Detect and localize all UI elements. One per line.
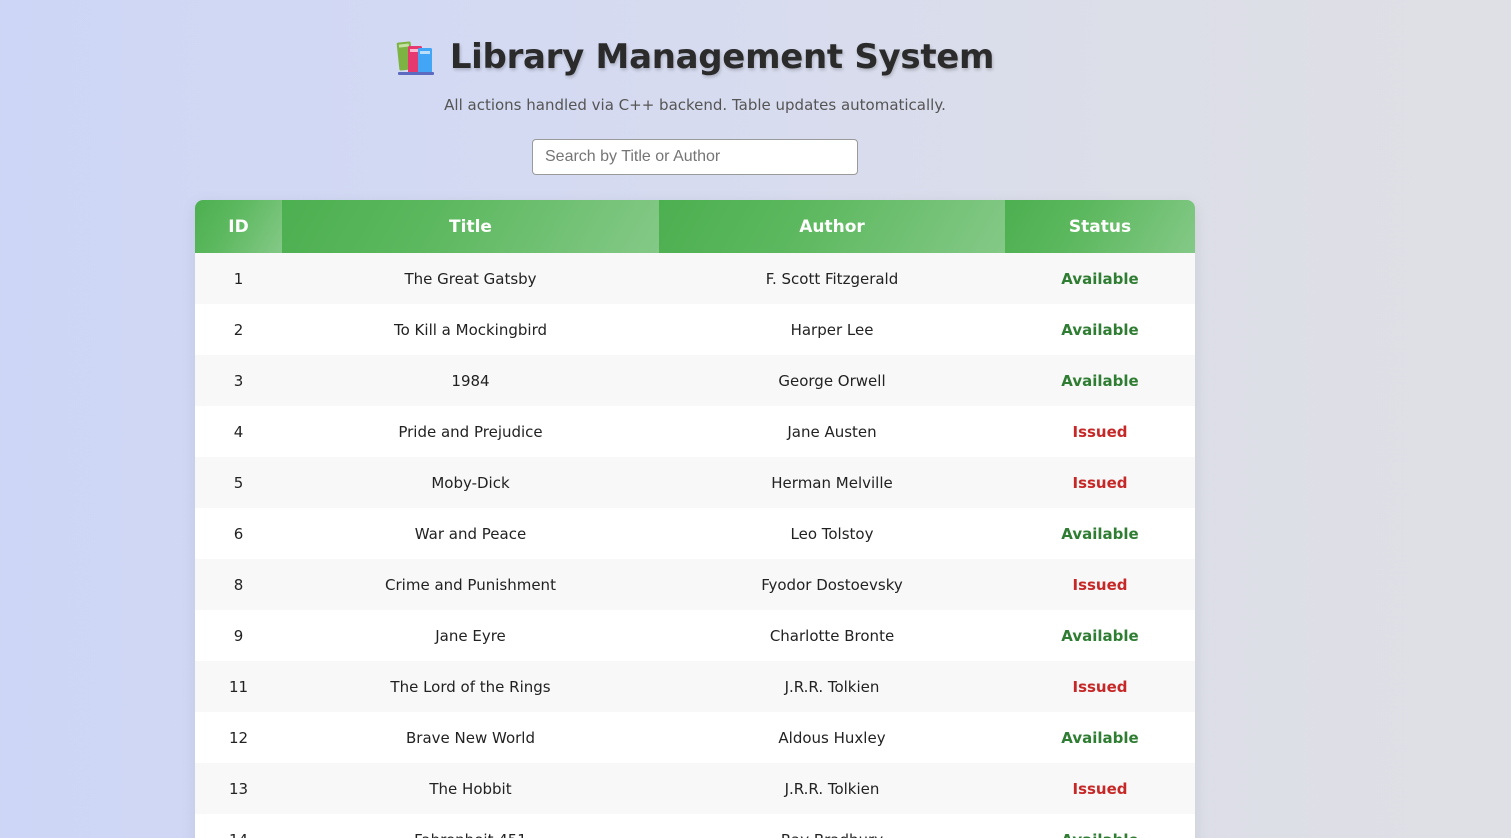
cell-status: Issued [1005,559,1195,610]
cell-title: 1984 [282,355,659,406]
cell-id: 5 [195,457,282,508]
cell-title: To Kill a Mockingbird [282,304,659,355]
cell-title: Jane Eyre [282,610,659,661]
books-table-container: ID Title Author Status 1 The Great Gatsby… [195,200,1195,838]
cell-author: Aldous Huxley [659,712,1005,763]
table-row: 12 Brave New World Aldous Huxley Available [195,712,1195,763]
cell-title: The Hobbit [282,763,659,814]
search-input[interactable] [532,139,858,175]
cell-title: Pride and Prejudice [282,406,659,457]
cell-author: George Orwell [659,355,1005,406]
cell-author: F. Scott Fitzgerald [659,253,1005,304]
cell-author: Harper Lee [659,304,1005,355]
column-header-title: Title [282,200,659,253]
search-container [532,139,858,175]
cell-id: 2 [195,304,282,355]
cell-status: Issued [1005,406,1195,457]
cell-title: Moby-Dick [282,457,659,508]
column-header-id: ID [195,200,282,253]
table-row: 6 War and Peace Leo Tolstoy Available [195,508,1195,559]
cell-author: Fyodor Dostoevsky [659,559,1005,610]
cell-status: Issued [1005,763,1195,814]
page-subtitle: All actions handled via C++ backend. Tab… [444,96,946,114]
cell-status: Available [1005,304,1195,355]
cell-status: Available [1005,712,1195,763]
cell-id: 6 [195,508,282,559]
cell-author: Ray Bradbury [659,814,1005,838]
cell-author: Herman Melville [659,457,1005,508]
table-row: 3 1984 George Orwell Available [195,355,1195,406]
table-row: 14Fahrenheit 451Ray BradburyAvailable [195,814,1195,838]
cell-status: Issued [1005,457,1195,508]
cell-status: Available [1005,508,1195,559]
cell-title: Crime and Punishment [282,559,659,610]
table-row: 9 Jane Eyre Charlotte Bronte Available [195,610,1195,661]
books-table: ID Title Author Status 1 The Great Gatsby… [195,200,1195,838]
table-row: 13 The Hobbit J.R.R. Tolkien Issued [195,763,1195,814]
cell-title: The Lord of the Rings [282,661,659,712]
cell-author: J.R.R. Tolkien [659,763,1005,814]
cell-id: 9 [195,610,282,661]
column-header-author: Author [659,200,1005,253]
cell-title: Fahrenheit 451 [282,814,659,838]
table-row: 1 The Great Gatsby F. Scott Fitzgerald Avai… [195,253,1195,304]
table-body: 1 The Great Gatsby F. Scott Fitzgerald Avai… [195,253,1195,838]
column-header-status: Status [1005,200,1195,253]
table-row: 8 Crime and Punishment Fyodor Dostoevsky Is… [195,559,1195,610]
cell-author: Leo Tolstoy [659,508,1005,559]
page-header: Library Management System All actions ha… [195,30,1195,114]
table-row: 4 Pride and Prejudice Jane Austen Issued [195,406,1195,457]
cell-id: 1 [195,253,282,304]
table-row: 2 To Kill a Mockingbird Harper Lee Availabl… [195,304,1195,355]
cell-id: 8 [195,559,282,610]
cell-status: Available [1005,253,1195,304]
table-row: 5 Moby-Dick Herman Melville Issued [195,457,1195,508]
cell-title: The Great Gatsby [282,253,659,304]
books-icon [396,38,436,76]
cell-author: Jane Austen [659,406,1005,457]
cell-id: 3 [195,355,282,406]
cell-id: 4 [195,406,282,457]
cell-author: Charlotte Bronte [659,610,1005,661]
table-row: 11 The Lord of the Rings J.R.R. Tolkien Iss… [195,661,1195,712]
cell-status: Available [1005,814,1195,838]
page-title: Library Management System [449,37,995,77]
cell-title: War and Peace [282,508,659,559]
cell-status: Available [1005,610,1195,661]
cell-id: 11 [195,661,282,712]
title-row: Library Management System [195,30,1195,84]
cell-id: 14 [195,814,282,838]
cell-status: Available [1005,355,1195,406]
cell-title: Brave New World [282,712,659,763]
cell-id: 13 [195,763,282,814]
table-header-row: ID Title Author Status [195,200,1195,253]
cell-id: 12 [195,712,282,763]
cell-author: J.R.R. Tolkien [659,661,1005,712]
cell-status: Issued [1005,661,1195,712]
